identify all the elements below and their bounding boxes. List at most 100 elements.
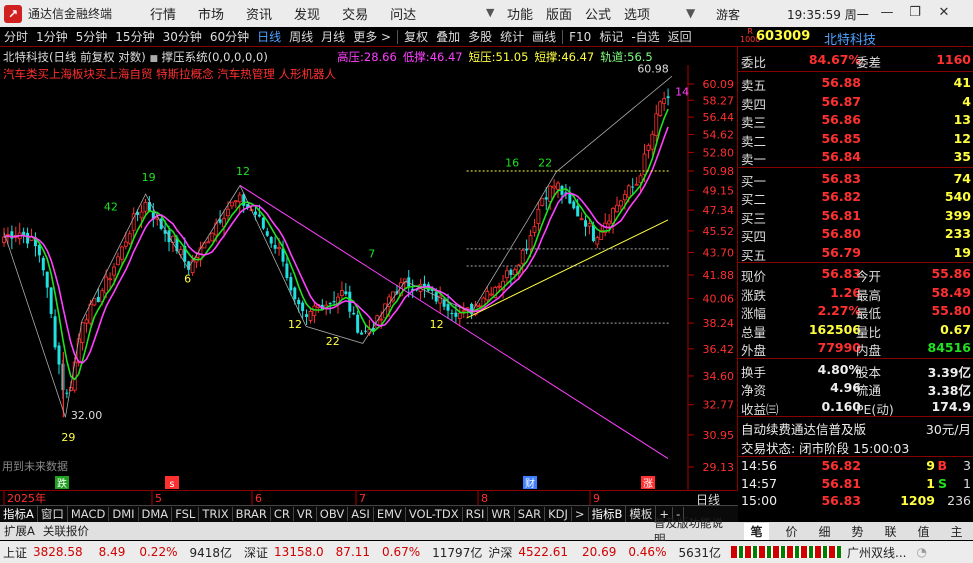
- ask-row[interactable]: 卖三 56.86 13: [738, 111, 973, 130]
- button-f10[interactable]: F10: [565, 30, 595, 44]
- tab-1min[interactable]: 1分钟: [32, 28, 72, 45]
- restore-icon[interactable]: ❐: [906, 4, 924, 22]
- event-badge[interactable]: 涨: [641, 476, 655, 490]
- close-icon[interactable]: ✕: [935, 4, 953, 22]
- menu-trade[interactable]: 交易: [342, 4, 368, 23]
- button-multi-stock[interactable]: 多股: [464, 28, 496, 45]
- bid-row[interactable]: 买一 56.83 74: [738, 170, 973, 189]
- tab-60min[interactable]: 60分钟: [206, 28, 253, 45]
- indicator-tab[interactable]: 指标B: [589, 506, 627, 522]
- event-badge-text[interactable]: 跌: [57, 477, 67, 490]
- bid-row[interactable]: 买二 56.82 540: [738, 188, 973, 207]
- indicator-tab[interactable]: BRAR: [233, 507, 271, 521]
- indicator-tab[interactable]: ASI: [348, 507, 374, 521]
- guest-login[interactable]: 游客: [716, 6, 740, 23]
- event-badge-text[interactable]: 涨: [643, 478, 653, 490]
- tab-intraday[interactable]: 分时: [0, 28, 32, 45]
- indicator-tab[interactable]: VOL-TDX: [406, 507, 463, 521]
- button-stats[interactable]: 统计: [496, 28, 528, 45]
- indicator-tab[interactable]: >: [572, 507, 589, 521]
- indicator-tab[interactable]: DMI: [109, 507, 139, 521]
- indicator-tab[interactable]: EMV: [374, 507, 406, 521]
- tab-related-quotes[interactable]: 关联报价: [39, 523, 93, 539]
- menu-discover[interactable]: 发现: [294, 4, 320, 23]
- tab-15min[interactable]: 15分钟: [111, 28, 158, 45]
- right-tab[interactable]: 势: [847, 523, 867, 540]
- sz-index-label[interactable]: 深证: [244, 544, 268, 561]
- sh-index-label[interactable]: 上证: [3, 544, 27, 561]
- indicator-tab[interactable]: 指标A: [0, 506, 38, 522]
- fee-price[interactable]: 30元/月: [926, 419, 971, 438]
- event-badge[interactable]: 跌: [55, 476, 69, 490]
- hs-index-label[interactable]: 沪深: [488, 544, 512, 561]
- server-region[interactable]: 广州双线...: [847, 544, 906, 561]
- indicator-tab[interactable]: TRIX: [199, 507, 233, 521]
- bid-row[interactable]: 买三 56.81 399: [738, 207, 973, 226]
- tab-extension-a[interactable]: 扩展A: [0, 523, 39, 539]
- button-mark[interactable]: 标记: [595, 28, 627, 45]
- tab-more[interactable]: 更多 >: [349, 28, 395, 45]
- minimize-icon[interactable]: —: [878, 4, 896, 22]
- dropdown-icon[interactable]: ■: [149, 54, 158, 64]
- right-tab[interactable]: 联: [880, 523, 900, 540]
- menu-arrow-icon[interactable]: ▼: [686, 6, 695, 20]
- indicator-tab[interactable]: CR: [271, 507, 294, 521]
- bid-row[interactable]: 买四 56.80 233: [738, 225, 973, 244]
- tab-monthly[interactable]: 月线: [317, 28, 349, 45]
- indicator-tab[interactable]: SAR: [515, 507, 546, 521]
- y-tick-label: 45.52: [703, 225, 735, 238]
- indicator-tab[interactable]: 窗口: [38, 506, 68, 522]
- stat-value: 55.80: [931, 303, 971, 318]
- right-tab[interactable]: 笔: [744, 522, 769, 540]
- chevron-down-icon[interactable]: ▼: [486, 6, 494, 19]
- event-badge[interactable]: 财: [523, 476, 537, 490]
- tab-5min[interactable]: 5分钟: [72, 28, 112, 45]
- event-badge-text[interactable]: 财: [525, 477, 535, 490]
- tab-weekly[interactable]: 周线: [285, 28, 317, 45]
- right-tab[interactable]: 细: [814, 523, 834, 540]
- menu-formula[interactable]: 公式: [585, 4, 611, 23]
- candle-body: [26, 232, 30, 244]
- right-tab[interactable]: 主: [946, 523, 966, 540]
- kline-chart[interactable]: 60.09 58.27 56.44 54.62 52.80 50.98 49.15 47.34…: [0, 47, 738, 490]
- kline-chart-panel[interactable]: 60.09 58.27 56.44 54.62 52.80 50.98 49.15 47.34…: [0, 47, 738, 490]
- event-badge[interactable]: s: [165, 476, 179, 490]
- menu-market-quotes[interactable]: 行情: [150, 4, 176, 23]
- indicator-tab[interactable]: FSL: [172, 507, 200, 521]
- tab-daily[interactable]: 日线: [253, 28, 285, 45]
- fee-row[interactable]: 自动续费通达信普及版 30元/月: [738, 418, 973, 438]
- ask-row[interactable]: 卖五 56.88 41: [738, 74, 973, 93]
- indicator-tab[interactable]: WR: [488, 507, 515, 521]
- tab-30min[interactable]: 30分钟: [159, 28, 206, 45]
- fee-text[interactable]: 自动续费通达信普及版: [741, 419, 866, 438]
- indicator-tab[interactable]: VR: [294, 507, 317, 521]
- button-add-watchlist[interactable]: -自选: [627, 28, 663, 45]
- menu-ask[interactable]: 问达: [390, 4, 416, 23]
- button-back[interactable]: 返回: [664, 28, 696, 45]
- button-draw[interactable]: 画线: [528, 28, 560, 45]
- ask-row[interactable]: 卖一 56.84 35: [738, 148, 973, 167]
- ask-row[interactable]: 卖二 56.85 12: [738, 130, 973, 149]
- menu-news[interactable]: 资讯: [246, 4, 272, 23]
- menu-market[interactable]: 市场: [198, 4, 224, 23]
- menu-function[interactable]: 功能: [507, 4, 533, 23]
- indicator-tab[interactable]: MACD: [68, 507, 110, 521]
- menu-options[interactable]: 选项: [624, 4, 650, 23]
- indicator-tab[interactable]: KDJ: [545, 507, 572, 521]
- right-tab[interactable]: 价: [781, 523, 801, 540]
- stat-row: 现价 56.83 今开 55.86: [738, 265, 973, 284]
- bid-row[interactable]: 买五 56.79 19: [738, 244, 973, 263]
- candle-body: [308, 311, 313, 321]
- right-tab[interactable]: 值: [913, 523, 933, 540]
- connection-icon[interactable]: ◔: [916, 545, 926, 559]
- indicator-name[interactable]: 撑压系统(0,0,0,0,0): [162, 50, 268, 64]
- event-badge-text[interactable]: s: [169, 479, 174, 490]
- indicator-tab[interactable]: OBV: [317, 507, 349, 521]
- indicator-tab[interactable]: RSI: [463, 507, 489, 521]
- button-overlay[interactable]: 叠加: [432, 28, 464, 45]
- menu-layout[interactable]: 版面: [546, 4, 572, 23]
- indicator-tab[interactable]: DMA: [139, 507, 173, 521]
- button-adjust[interactable]: 复权: [400, 28, 432, 45]
- concept-tags[interactable]: 汽车类买上海板块买上海自贸 特斯拉概念 汽车热管理 人形机器人: [3, 66, 336, 82]
- ask-row[interactable]: 卖四 56.87 4: [738, 93, 973, 112]
